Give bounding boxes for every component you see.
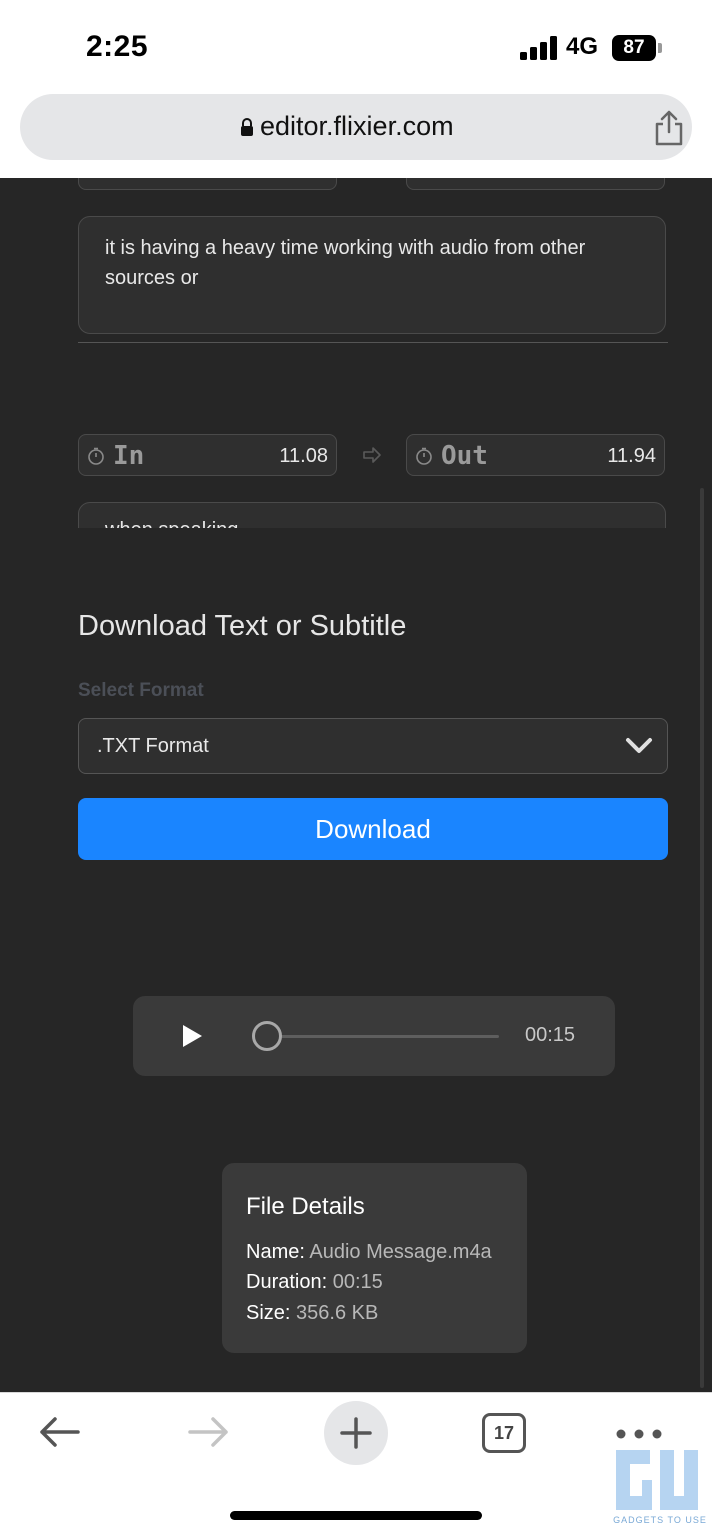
lock-icon — [241, 118, 253, 136]
watermark-text: GADGETS TO USE — [613, 1515, 707, 1525]
seek-track[interactable] — [267, 1035, 499, 1038]
chevron-down-icon — [626, 738, 652, 753]
format-select-value: .TXT Format — [97, 735, 209, 757]
in-value: 11.08 — [279, 445, 328, 467]
out-label: Out — [441, 441, 488, 471]
tab-switcher-button[interactable]: 17 — [482, 1413, 526, 1453]
segment-divider — [78, 342, 668, 343]
out-time-field-prev[interactable] — [406, 178, 665, 190]
in-time-field-prev[interactable] — [78, 178, 337, 190]
seek-thumb[interactable] — [252, 1021, 282, 1051]
battery-icon: 87 — [612, 35, 656, 61]
file-name-label: Name: — [246, 1241, 305, 1263]
download-button[interactable]: Download — [78, 798, 668, 860]
url-text: editor.flixier.com — [260, 111, 454, 141]
select-format-label: Select Format — [78, 680, 204, 701]
file-name-row: Name: Audio Message.m4a — [246, 1241, 492, 1264]
transcript-segment-text[interactable]: it is having a heavy time working with a… — [78, 216, 666, 334]
forward-arrow-icon[interactable] — [186, 1415, 230, 1449]
file-duration-label: Duration: — [246, 1271, 328, 1293]
file-details-card: File Details Name: Audio Message.m4a Dur… — [222, 1163, 527, 1353]
file-duration-row: Duration: 00:15 — [246, 1271, 383, 1294]
arrow-right-icon — [363, 447, 381, 463]
address-bar[interactable]: editor.flixier.com — [20, 94, 692, 160]
home-indicator — [230, 1511, 482, 1520]
plus-icon — [340, 1417, 372, 1449]
out-time-field[interactable]: Out 11.94 — [406, 434, 665, 476]
transcript-segment-text-2[interactable]: when speaking — [78, 502, 666, 528]
network-type: 4G — [566, 33, 599, 60]
file-duration-value: 00:15 — [332, 1271, 383, 1293]
file-size-row: Size: 356.6 KB — [246, 1302, 378, 1325]
browser-toolbar: 17 — [0, 1392, 712, 1536]
player-time: 00:15 — [525, 1024, 576, 1046]
status-time: 2:25 — [86, 30, 149, 63]
file-size-label: Size: — [246, 1302, 291, 1324]
more-options-icon[interactable] — [616, 1429, 662, 1439]
share-icon[interactable] — [652, 110, 686, 146]
cellular-signal-icon — [520, 36, 558, 60]
stopwatch-icon — [88, 447, 104, 465]
new-tab-button[interactable] — [324, 1401, 388, 1465]
file-name-value: Audio Message.m4a — [309, 1241, 492, 1263]
clipped-segment-container: when speaking — [0, 498, 712, 528]
status-bar: 2:25 4G 87 — [0, 0, 712, 92]
editor-page: it is having a heavy time working with a… — [0, 178, 712, 1392]
stopwatch-icon — [416, 447, 432, 465]
file-size-value: 356.6 KB — [296, 1302, 379, 1324]
in-label: In — [113, 441, 145, 471]
scrollbar[interactable] — [700, 488, 704, 1388]
battery-tip — [658, 43, 662, 53]
back-arrow-icon[interactable] — [38, 1415, 82, 1449]
play-icon[interactable] — [181, 1024, 203, 1048]
out-value: 11.94 — [607, 445, 656, 467]
audio-player: 00:15 — [133, 996, 615, 1076]
format-select[interactable]: .TXT Format — [78, 718, 668, 774]
in-time-field[interactable]: In 11.08 — [78, 434, 337, 476]
address-bar-area: editor.flixier.com — [0, 92, 712, 178]
file-details-title: File Details — [246, 1193, 365, 1220]
download-section-title: Download Text or Subtitle — [78, 610, 407, 642]
